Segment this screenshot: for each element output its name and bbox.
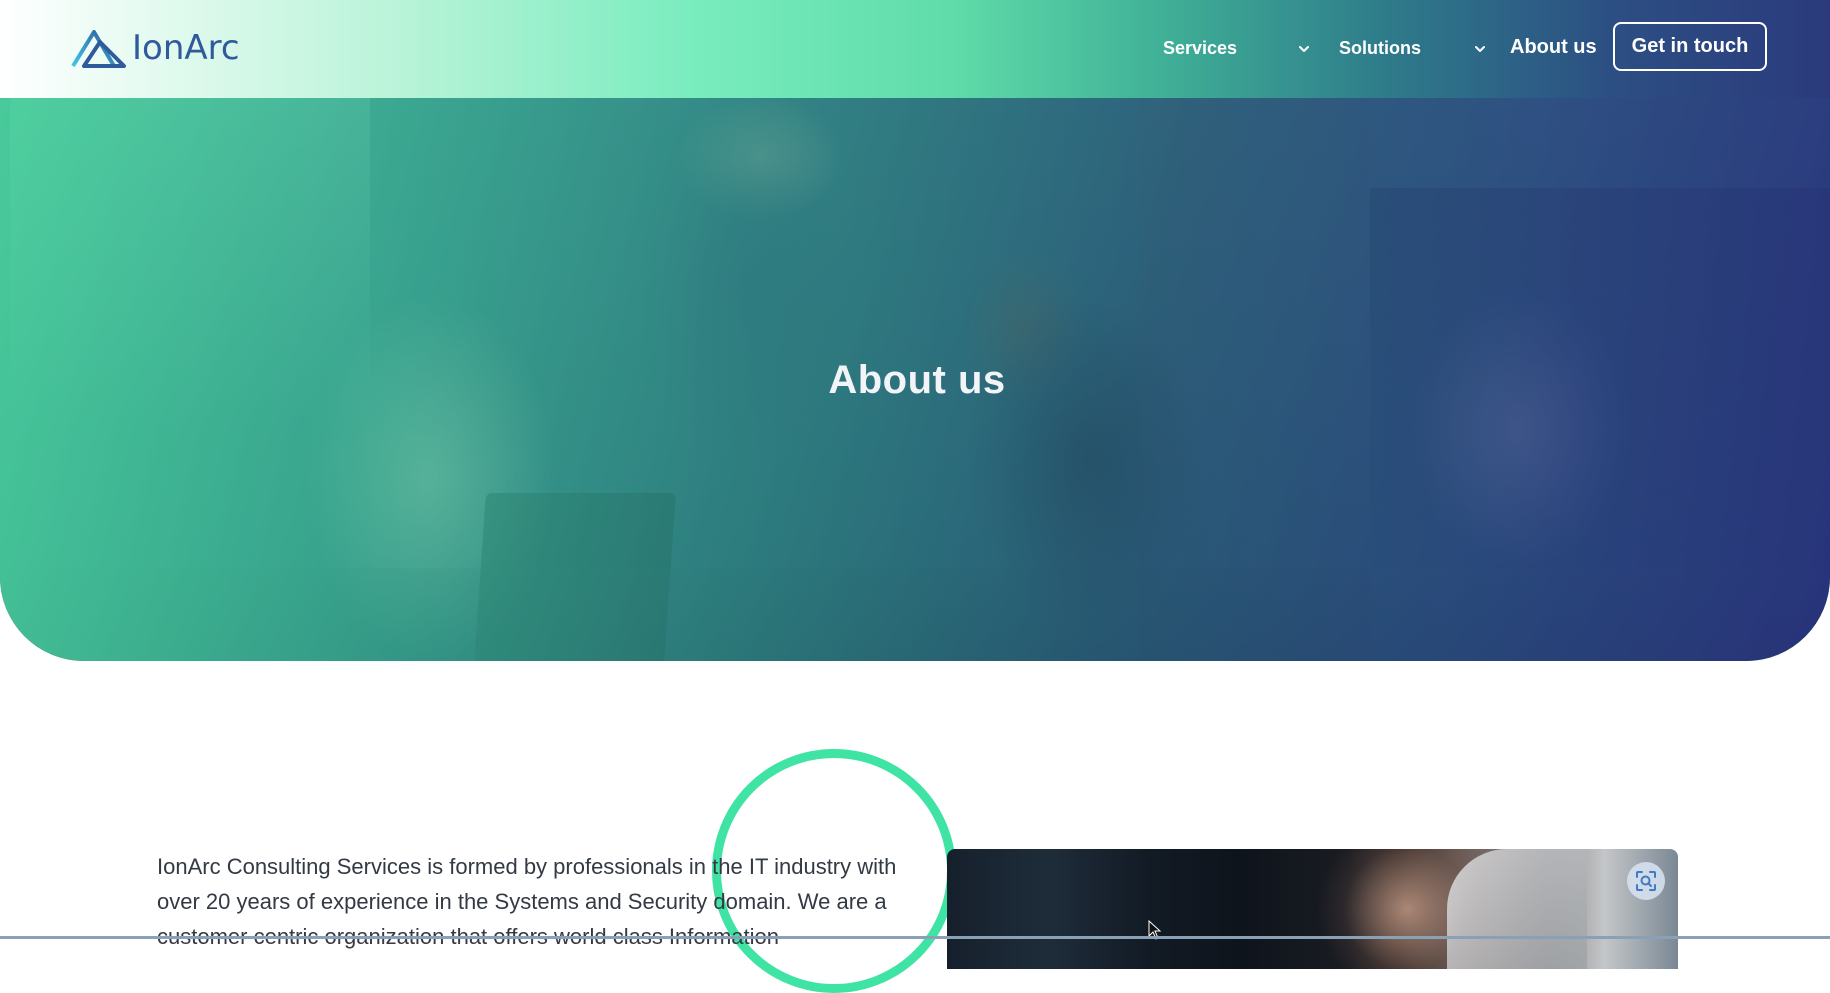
page-title: About us bbox=[828, 358, 1006, 402]
nav-solutions[interactable]: Solutions bbox=[1339, 38, 1421, 59]
team-photo bbox=[947, 849, 1678, 969]
get-in-touch-button[interactable]: Get in touch bbox=[1613, 22, 1767, 71]
visual-search-button[interactable] bbox=[1627, 862, 1665, 900]
solutions-chevron-down-icon[interactable] bbox=[1472, 41, 1488, 57]
team-photo-scarf bbox=[1447, 849, 1587, 969]
nav-services[interactable]: Services bbox=[1163, 38, 1237, 59]
brand-name: IonArc bbox=[132, 28, 240, 68]
nav-solutions-label: Solutions bbox=[1339, 38, 1421, 58]
nav-about-us[interactable]: About us bbox=[1510, 36, 1597, 59]
ionarc-triangle-logo-icon bbox=[71, 30, 126, 68]
site-header: IonArc Services Solutions About us Get i… bbox=[0, 0, 1830, 98]
visual-search-icon bbox=[1636, 871, 1656, 891]
hero-banner: About us bbox=[0, 98, 1830, 661]
services-chevron-down-icon[interactable] bbox=[1296, 41, 1312, 57]
brand-logo[interactable]: IonArc bbox=[70, 26, 240, 70]
nav-services-label: Services bbox=[1163, 38, 1238, 58]
